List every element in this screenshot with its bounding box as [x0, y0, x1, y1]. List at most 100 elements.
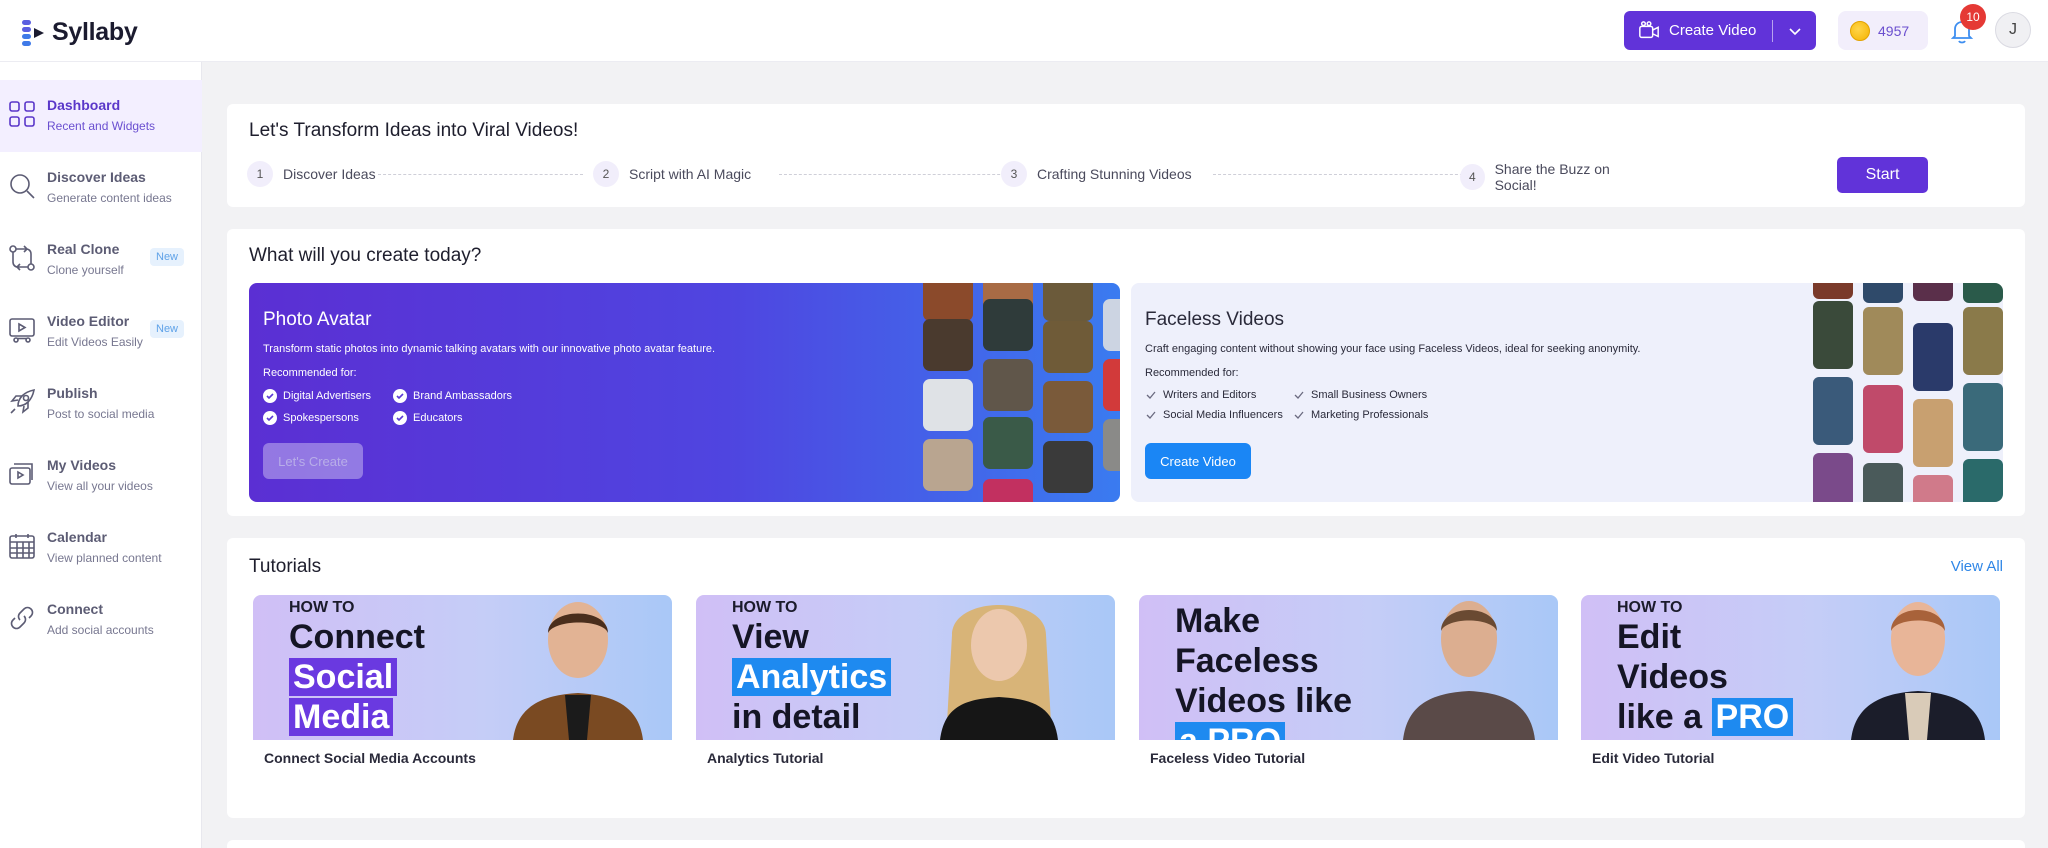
avatar-photo — [1103, 359, 1120, 411]
list-item: Digital Advertisers — [263, 389, 393, 403]
check-icon — [1146, 411, 1156, 419]
view-all-link[interactable]: View All — [1951, 558, 2003, 575]
thumbnail-headline: Videos like — [1175, 682, 1353, 720]
step-label: Crafting Stunning Videos — [1037, 166, 1192, 182]
video-editor-icon — [9, 318, 35, 343]
check-icon — [1294, 391, 1304, 399]
thumbnail-headline: Faceless — [1175, 642, 1319, 680]
tutorial-thumbnail[interactable]: Make Faceless Videos like a PRO — [1139, 595, 1558, 740]
tutorial-thumbnail[interactable]: HOW TO Connect Social Media — [253, 595, 672, 740]
thumbnail-headline: like a — [1617, 698, 1703, 736]
sidebar-item-publish[interactable]: Publish Post to social media — [0, 368, 202, 440]
thumbnail-headline: Videos — [1617, 658, 1728, 696]
tutorial-item[interactable]: HOW TO Connect Social Media Connect Soci… — [253, 595, 672, 766]
sidebar-item-real-clone[interactable]: Real Clone Clone yourself New — [0, 224, 202, 296]
video-thumbnail — [1863, 385, 1903, 453]
steps-progress: 1 Discover Ideas 2 Script with AI Magic … — [247, 161, 1647, 193]
sidebar-item-title: Real Clone — [47, 241, 120, 257]
sidebar-item-subtitle: Generate content ideas — [47, 191, 172, 205]
thumbnail-highlight: Analytics — [732, 658, 892, 696]
thumbnail-highlight: PRO — [1711, 698, 1794, 736]
tutorial-item[interactable]: HOW TO View Analytics in detail Analytic… — [696, 595, 1115, 766]
thumbnail-headline: View — [732, 618, 809, 656]
photo-avatar-description: Transform static photos into dynamic tal… — [263, 343, 716, 355]
sidebar-item-title: Dashboard — [47, 97, 121, 113]
video-thumbnail — [1963, 459, 2003, 502]
start-button[interactable]: Start — [1837, 157, 1928, 193]
tutorial-thumbnail[interactable]: HOW TO Edit Videos like a PRO — [1581, 595, 2000, 740]
create-video-label: Create Video — [1669, 22, 1757, 39]
avatar-photo — [1043, 283, 1093, 321]
thumbnail-headline: Make — [1175, 602, 1261, 640]
create-video-button[interactable]: Create Video — [1624, 11, 1816, 50]
link-icon — [10, 606, 34, 630]
avatar-photo — [983, 479, 1033, 502]
sidebar-item-video-editor[interactable]: Video Editor Edit Videos Easily New — [0, 296, 202, 368]
list-item: Educators — [393, 411, 593, 425]
tutorial-item[interactable]: HOW TO Edit Videos like a PRO Edit Video… — [1581, 595, 2000, 766]
sidebar-item-calendar[interactable]: Calendar View planned content — [0, 512, 202, 584]
intro-card: Let's Transform Ideas into Viral Videos!… — [227, 104, 2025, 207]
sidebar-item-subtitle: View planned content — [47, 551, 162, 565]
sidebar-item-discover-ideas[interactable]: Discover Ideas Generate content ideas — [0, 152, 202, 224]
brand-logo[interactable]: Syllaby — [20, 18, 138, 47]
recommended-list: Writers and Editors Small Business Owner… — [1145, 389, 1565, 421]
tutorial-title: Faceless Video Tutorial — [1150, 750, 1306, 766]
create-video-button[interactable]: Create Video — [1145, 443, 1251, 479]
step-number: 4 — [1460, 164, 1485, 190]
sidebar-item-subtitle: Clone yourself — [47, 263, 124, 277]
avatar-photo — [1043, 321, 1093, 373]
list-item: Writers and Editors — [1145, 389, 1293, 401]
list-item-label: Educators — [413, 412, 463, 424]
list-item: Brand Ambassadors — [393, 389, 593, 403]
new-badge: New — [150, 248, 185, 266]
video-thumbnail — [1813, 283, 1853, 299]
search-icon — [10, 174, 35, 199]
video-thumbnail — [1963, 383, 2003, 451]
sidebar-item-my-videos[interactable]: My Videos View all your videos — [0, 440, 202, 512]
chevron-down-icon[interactable] — [1787, 23, 1803, 39]
recommended-list: Digital Advertisers Brand Ambassadors Sp… — [263, 389, 683, 425]
sidebar-item-subtitle: Post to social media — [47, 407, 155, 421]
thumbnail-kicker: HOW TO — [732, 599, 798, 616]
video-camera-icon — [1639, 20, 1659, 38]
divider — [1772, 19, 1774, 42]
step-connector — [378, 174, 583, 175]
check-icon — [1146, 391, 1156, 399]
sidebar-item-title: Calendar — [47, 529, 107, 545]
tutorial-item[interactable]: Make Faceless Videos like a PRO Faceless… — [1139, 595, 1558, 766]
video-thumbnail — [1863, 463, 1903, 502]
video-thumbnail — [1863, 283, 1903, 303]
sidebar-item-dashboard[interactable]: Dashboard Recent and Widgets — [0, 80, 202, 152]
check-circle-icon — [263, 411, 277, 425]
video-thumbnail — [1913, 283, 1953, 301]
sidebar-item-title: Video Editor — [47, 313, 130, 329]
check-circle-icon — [263, 389, 277, 403]
video-thumbnail — [1813, 377, 1853, 445]
user-avatar[interactable]: J — [1995, 12, 2031, 48]
faceless-videos-card[interactable]: Faceless Videos Craft engaging content w… — [1131, 283, 2003, 502]
video-thumbnail — [1963, 283, 2003, 303]
step-number: 3 — [1001, 161, 1027, 187]
sidebar-item-connect[interactable]: Connect Add social accounts — [0, 584, 202, 656]
create-card: What will you create today? Photo Avatar… — [227, 229, 2025, 516]
syllaby-logo-icon — [22, 19, 44, 46]
next-section-card — [227, 840, 2025, 848]
avatar-photo — [1043, 441, 1093, 493]
avatar-photo — [923, 319, 973, 371]
lets-create-button[interactable]: Let's Create — [263, 443, 363, 479]
list-item-label: Spokespersons — [283, 412, 359, 424]
check-circle-icon — [393, 411, 407, 425]
step-2: 2 Script with AI Magic — [593, 161, 751, 187]
tutorial-title: Edit Video Tutorial — [1592, 750, 1715, 766]
avatar-photo — [923, 439, 973, 491]
thumbnail-headline: Connect — [289, 618, 425, 656]
credits-display[interactable]: 4957 — [1838, 11, 1928, 50]
thumbnail-highlight: Media — [289, 698, 394, 736]
list-item-label: Digital Advertisers — [283, 390, 372, 402]
photo-avatar-card[interactable]: Photo Avatar Transform static photos int… — [249, 283, 1120, 502]
tutorial-thumbnail[interactable]: HOW TO View Analytics in detail — [696, 595, 1115, 740]
step-connector — [1213, 174, 1468, 175]
video-thumbnail — [1913, 323, 1953, 391]
video-thumbnail — [1913, 399, 1953, 467]
